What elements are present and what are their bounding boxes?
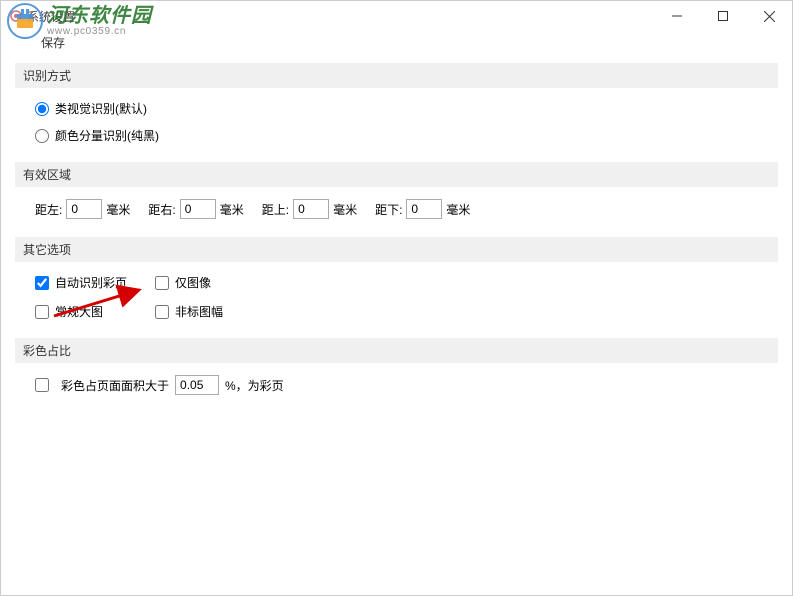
minimize-button[interactable] xyxy=(654,1,700,31)
margin-top-input[interactable] xyxy=(293,199,329,219)
margin-top-unit: 毫米 xyxy=(333,201,357,218)
close-button[interactable] xyxy=(746,1,792,31)
window-title: 系统设置 xyxy=(27,8,75,25)
margin-right-unit: 毫米 xyxy=(220,201,244,218)
ratio-label-post: %，为彩页 xyxy=(225,377,284,394)
window-controls xyxy=(654,1,792,31)
margin-right-label: 距右: xyxy=(148,201,175,218)
margin-bottom-label: 距下: xyxy=(375,201,402,218)
margin-left-unit: 毫米 xyxy=(106,201,130,218)
checkbox-auto-color-page[interactable] xyxy=(35,276,49,290)
ratio-label-pre[interactable]: 彩色占页面面积大于 xyxy=(61,377,169,394)
maximize-button[interactable] xyxy=(700,1,746,31)
radio-color-component[interactable] xyxy=(35,129,49,143)
section-area-title: 有效区域 xyxy=(15,162,778,187)
margin-bottom-unit: 毫米 xyxy=(446,201,470,218)
titlebar: 系统设置 xyxy=(1,1,792,31)
margin-left-label: 距左: xyxy=(35,201,62,218)
checkbox-non-standard-label[interactable]: 非标图幅 xyxy=(175,303,223,320)
checkbox-image-only-label[interactable]: 仅图像 xyxy=(175,274,211,291)
section-recognition-title: 识别方式 xyxy=(15,63,778,88)
section-other: 其它选项 自动识别彩页 仅图像 常规大图 非标图幅 xyxy=(15,237,778,330)
checkbox-auto-color-page-label[interactable]: 自动识别彩页 xyxy=(55,274,127,291)
section-other-title: 其它选项 xyxy=(15,237,778,262)
radio-visual-label[interactable]: 类视觉识别(默认) xyxy=(55,100,147,117)
checkbox-color-ratio[interactable] xyxy=(35,378,49,392)
ratio-input[interactable] xyxy=(175,375,219,395)
section-area: 有效区域 距左: 毫米 距右: 毫米 距上: 毫米 xyxy=(15,162,778,229)
toolbar: 保存 xyxy=(1,31,792,53)
margin-top-label: 距上: xyxy=(262,201,289,218)
checkbox-non-standard[interactable] xyxy=(155,305,169,319)
checkbox-normal-big-label[interactable]: 常规大图 xyxy=(55,303,103,320)
margin-bottom-input[interactable] xyxy=(406,199,442,219)
radio-color-component-label[interactable]: 颜色分量识别(纯黑) xyxy=(55,127,159,144)
section-recognition: 识别方式 类视觉识别(默认) 颜色分量识别(纯黑) xyxy=(15,63,778,154)
save-button[interactable]: 保存 xyxy=(41,34,65,51)
checkbox-image-only[interactable] xyxy=(155,276,169,290)
radio-visual-recognition[interactable] xyxy=(35,102,49,116)
margin-left-input[interactable] xyxy=(66,199,102,219)
app-icon xyxy=(9,9,23,23)
checkbox-normal-big[interactable] xyxy=(35,305,49,319)
section-ratio: 彩色占比 彩色占页面面积大于 %，为彩页 xyxy=(15,338,778,405)
margin-right-input[interactable] xyxy=(180,199,216,219)
section-ratio-title: 彩色占比 xyxy=(15,338,778,363)
content-area: 识别方式 类视觉识别(默认) 颜色分量识别(纯黑) 有效区域 距左: 毫米 xyxy=(1,53,792,423)
